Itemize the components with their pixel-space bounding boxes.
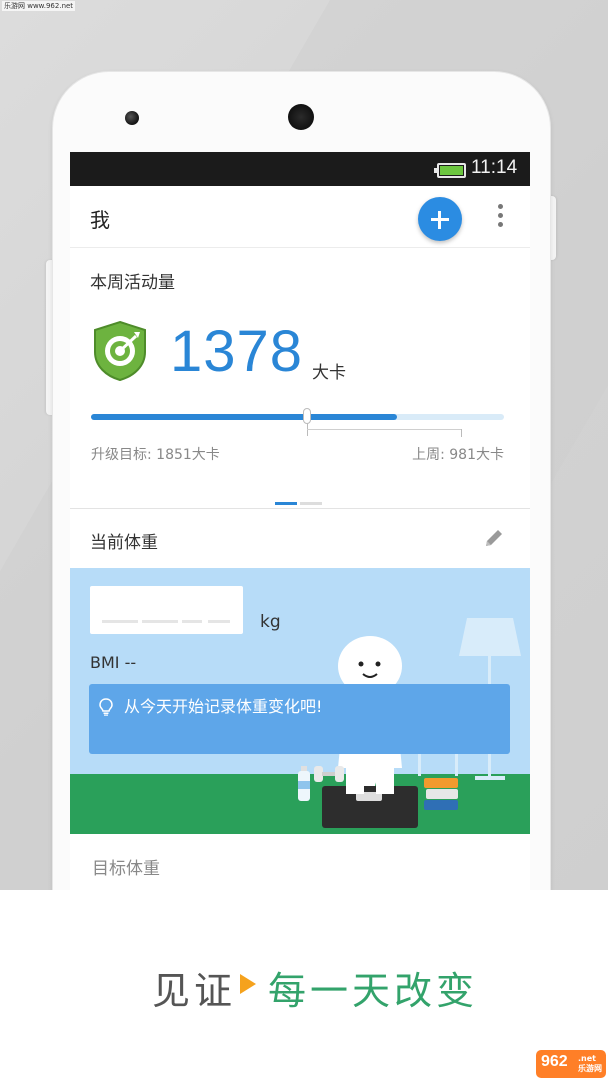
slogan-left: 见证	[152, 969, 237, 1013]
books-illustration	[424, 778, 458, 810]
phone-screen: 11:14 我 本周活动量 1378 大卡 升级目标: 1851大卡 上周: 9…	[70, 152, 530, 890]
lightbulb-icon	[99, 698, 113, 716]
status-time: 11:14	[471, 157, 518, 178]
weight-unit: kg	[260, 612, 281, 632]
pencil-icon[interactable]	[483, 527, 505, 549]
calories-unit: 大卡	[312, 363, 346, 383]
watermark-text: .net乐游网	[578, 1054, 602, 1073]
bmi-value: BMI --	[90, 653, 137, 672]
weight-input[interactable]	[90, 586, 243, 634]
weight-tip-text: 从今天开始记录体重变化吧!	[124, 697, 323, 716]
last-week-marker	[303, 408, 311, 424]
card-divider	[70, 508, 530, 509]
app-bar: 我	[70, 186, 530, 248]
target-label: 升级目标: 1851大卡	[91, 447, 220, 463]
weekly-calories-value: 1378	[170, 319, 304, 384]
page-dot	[300, 502, 322, 505]
slogan-banner: 见证 每一天改变	[0, 890, 608, 1080]
page-indicator	[275, 490, 325, 509]
plus-icon[interactable]	[418, 197, 462, 241]
front-camera	[125, 111, 139, 125]
play-arrow-icon	[240, 974, 256, 994]
last-week-label: 上周: 981大卡	[412, 447, 504, 463]
battery-icon	[434, 163, 466, 178]
page-title: 我	[90, 208, 110, 232]
activity-progress-fill	[91, 414, 397, 420]
watermark-logo: 962 .net乐游网	[536, 1050, 606, 1078]
status-bar: 11:14	[70, 152, 530, 186]
target-shield-icon	[94, 320, 146, 382]
watermark-top: 乐游网 www.962.net	[2, 1, 76, 11]
bottle-illustration	[298, 766, 310, 801]
target-weight-title: 目标体重	[92, 859, 160, 879]
slogan-right: 每一天改变	[268, 969, 479, 1013]
page-dot-active	[275, 502, 297, 505]
dumbbell-illustration	[314, 766, 344, 782]
weight-card-title: 当前体重	[90, 533, 158, 553]
last-week-bracket	[307, 429, 461, 430]
more-vert-icon[interactable]	[498, 204, 504, 230]
activity-progress-bar	[91, 414, 504, 420]
weight-illustration: kg BMI -- 从今天开始记录体重变化吧!	[70, 568, 530, 834]
watermark-number: 962	[541, 1053, 568, 1070]
earpiece-speaker	[288, 104, 314, 130]
activity-card-title: 本周活动量	[90, 273, 175, 293]
last-week-bracket-end	[461, 429, 462, 437]
weight-tip-banner: 从今天开始记录体重变化吧!	[89, 684, 510, 754]
